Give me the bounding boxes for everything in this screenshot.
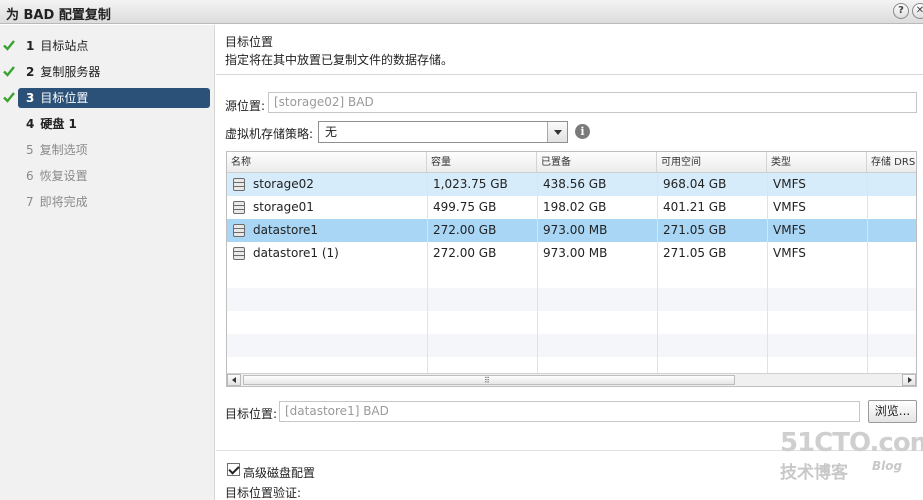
cell-provisioned: 973.00 MB <box>543 246 608 260</box>
cell-name: storage01 <box>253 200 314 214</box>
cell-capacity: 272.00 GB <box>433 246 497 260</box>
table-row-selected[interactable]: datastore1 272.00 GB 973.00 MB 271.05 GB… <box>227 219 916 242</box>
step-number: 4 <box>26 117 35 131</box>
cell-name: datastore1 <box>253 223 319 237</box>
info-icon[interactable]: i <box>575 124 590 139</box>
step-label: 目标位置 <box>40 91 89 105</box>
storage-policy-value: 无 <box>325 125 338 139</box>
wizard-step-target-site[interactable]: 1 目标站点 <box>18 36 210 56</box>
cell-name: storage02 <box>253 177 314 191</box>
wizard-step-target-location[interactable]: 3 目标位置 <box>18 88 210 108</box>
dialog-titlebar: 为 BAD 配置复制 ? ✕ <box>0 0 923 24</box>
wizard-step-replication-server[interactable]: 2 复制服务器 <box>18 62 210 82</box>
scroll-right-icon[interactable] <box>902 374 916 386</box>
empty-row <box>227 334 916 357</box>
wizard-step-disk-1[interactable]: 4 硬盘 1 <box>18 114 210 134</box>
wizard-steps-sidebar: 1 目标站点 2 复制服务器 3 目标位置 4 硬盘 1 5 复制选项 6 恢复设置 7 即将… <box>0 25 215 500</box>
watermark-logo: 51CTO.com 技术博客 Blog <box>776 428 923 484</box>
column-divider <box>767 173 768 375</box>
column-divider <box>537 173 538 375</box>
source-location-label: 源位置: <box>225 99 266 113</box>
cell-provisioned: 198.02 GB <box>543 200 607 214</box>
cell-capacity: 499.75 GB <box>433 200 497 214</box>
section-description: 指定将在其中放置已复制文件的数据存储。 <box>225 53 454 67</box>
cell-type: VMFS <box>773 246 806 260</box>
empty-row <box>227 265 916 288</box>
column-header-free-space[interactable]: 可用空间 <box>657 152 767 173</box>
wizard-step-recovery-settings: 6 恢复设置 <box>18 166 210 186</box>
step-number: 6 <box>26 169 34 183</box>
table-row[interactable]: storage02 1,023.75 GB 438.56 GB 968.04 G… <box>227 173 916 196</box>
table-row[interactable]: storage01 499.75 GB 198.02 GB 401.21 GB … <box>227 196 916 219</box>
cell-type: VMFS <box>773 177 806 191</box>
wizard-step-replication-options: 5 复制选项 <box>18 140 210 160</box>
wizard-step-ready-to-complete: 7 即将完成 <box>18 192 210 212</box>
cell-provisioned: 438.56 GB <box>543 177 607 191</box>
column-divider <box>867 173 868 375</box>
empty-row <box>227 288 916 311</box>
cell-storage-drs <box>867 242 916 265</box>
watermark-subtext: 技术博客 <box>780 463 848 483</box>
horizontal-scrollbar[interactable]: ⠿ <box>227 373 916 386</box>
step-label: 硬盘 1 <box>40 117 77 131</box>
step-number: 5 <box>26 143 34 157</box>
storage-policy-label: 虚拟机存储策略: <box>225 127 314 141</box>
target-location-field: [datastore1] BAD <box>279 401 860 422</box>
cell-type: VMFS <box>773 200 806 214</box>
help-button[interactable]: ? <box>893 3 909 19</box>
table-row[interactable]: datastore1 (1) 272.00 GB 973.00 MB 271.0… <box>227 242 916 265</box>
chevron-down-icon[interactable] <box>547 122 567 142</box>
target-validation-label: 目标位置验证: <box>225 486 302 500</box>
section-title: 目标位置 <box>225 35 274 49</box>
column-header-capacity[interactable]: 容量 <box>427 152 537 173</box>
advanced-disk-config-label: 高级磁盘配置 <box>243 466 316 480</box>
storage-policy-select[interactable]: 无 <box>318 121 568 143</box>
cell-free-space: 271.05 GB <box>663 223 727 237</box>
step-label: 复制选项 <box>39 143 88 157</box>
step-number: 1 <box>26 39 35 53</box>
column-divider <box>427 173 428 375</box>
step-label: 即将完成 <box>39 195 88 209</box>
step-label: 目标站点 <box>40 39 89 53</box>
step-label: 复制服务器 <box>40 65 101 79</box>
cell-free-space: 271.05 GB <box>663 246 727 260</box>
target-location-label: 目标位置: <box>225 407 278 421</box>
cell-capacity: 1,023.75 GB <box>433 177 508 191</box>
advanced-disk-config-checkbox[interactable] <box>227 463 240 476</box>
column-header-name[interactable]: 名称 <box>227 152 427 173</box>
cell-provisioned: 973.00 MB <box>543 223 608 237</box>
cell-storage-drs <box>867 196 916 219</box>
scroll-left-icon[interactable] <box>227 374 241 386</box>
column-header-type[interactable]: 类型 <box>767 152 867 173</box>
step-number: 7 <box>26 195 34 209</box>
watermark-blog: Blog <box>872 459 903 473</box>
dialog-title: 为 BAD 配置复制 <box>6 8 111 23</box>
cell-storage-drs <box>867 173 916 196</box>
cell-free-space: 968.04 GB <box>663 177 727 191</box>
source-location-field: [storage02] BAD <box>268 92 917 113</box>
cell-storage-drs <box>867 219 916 242</box>
check-icon <box>2 38 16 52</box>
check-icon <box>2 64 16 78</box>
step-label: 恢复设置 <box>39 169 88 183</box>
datastore-table: 名称 容量 已置备 可用空间 类型 存储 DRS storage02 1,023… <box>226 151 917 387</box>
step-number: 2 <box>26 65 35 79</box>
table-header: 名称 容量 已置备 可用空间 类型 存储 DRS <box>227 152 916 173</box>
empty-row <box>227 311 916 334</box>
column-header-provisioned[interactable]: 已置备 <box>537 152 657 173</box>
cell-capacity: 272.00 GB <box>433 223 497 237</box>
cell-type: VMFS <box>773 223 806 237</box>
scrollbar-thumb[interactable]: ⠿ <box>243 375 735 385</box>
close-button[interactable]: ✕ <box>912 3 923 19</box>
watermark-text: 51CTO.com <box>780 428 923 458</box>
browse-button[interactable]: 浏览... <box>868 400 917 423</box>
cell-free-space: 401.21 GB <box>663 200 727 214</box>
column-divider <box>657 173 658 375</box>
grip-icon: ⠿ <box>484 376 490 385</box>
check-icon <box>2 90 16 104</box>
step-number: 3 <box>26 91 35 105</box>
cell-name: datastore1 (1) <box>253 246 339 260</box>
column-header-storage-drs[interactable]: 存储 DRS <box>867 152 916 173</box>
divider <box>216 74 923 75</box>
